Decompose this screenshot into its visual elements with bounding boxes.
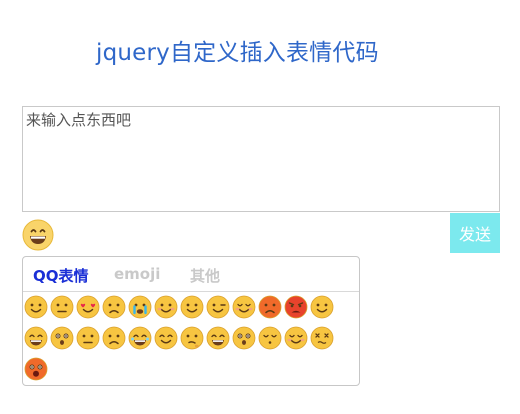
squint-face-icon[interactable] bbox=[154, 326, 178, 350]
thinking-face-icon[interactable] bbox=[180, 326, 204, 350]
frown-face-icon[interactable] bbox=[102, 295, 126, 319]
sleepy-face-icon[interactable] bbox=[258, 326, 282, 350]
tab-qq-emoticons[interactable]: QQ表情 bbox=[33, 265, 89, 286]
angry-face-icon[interactable] bbox=[284, 295, 308, 319]
happy-face-icon[interactable] bbox=[206, 326, 230, 350]
surprised-face-icon[interactable] bbox=[50, 326, 74, 350]
laughing-tears-face-icon[interactable] bbox=[128, 326, 152, 350]
emoji-picker-button[interactable] bbox=[22, 219, 54, 251]
screaming-face-icon[interactable] bbox=[24, 357, 48, 381]
emoji-panel: QQ表情 emoji 其他 bbox=[22, 256, 360, 386]
crying-face-icon[interactable] bbox=[128, 295, 152, 319]
message-input[interactable] bbox=[22, 106, 500, 212]
grinning-face-icon bbox=[22, 219, 54, 251]
worried-face-icon[interactable] bbox=[102, 326, 126, 350]
grimace-face-icon[interactable] bbox=[50, 295, 74, 319]
neutral-face-icon[interactable] bbox=[76, 326, 100, 350]
shy-face-icon[interactable] bbox=[154, 295, 178, 319]
smile-face-icon[interactable] bbox=[24, 295, 48, 319]
page-title: jquery自定义插入表情代码 bbox=[96, 40, 379, 66]
emoji-panel-tabs: QQ表情 emoji 其他 bbox=[23, 257, 359, 292]
proud-face-icon[interactable] bbox=[180, 295, 204, 319]
dizzy-face-icon[interactable] bbox=[310, 326, 334, 350]
shocked-face-icon[interactable] bbox=[232, 326, 256, 350]
wink-face-icon[interactable] bbox=[206, 295, 230, 319]
tab-emoji[interactable]: emoji bbox=[114, 265, 160, 283]
content-face-icon[interactable] bbox=[284, 326, 308, 350]
sad-red-face-icon[interactable] bbox=[258, 295, 282, 319]
heart-eyes-face-icon[interactable] bbox=[76, 295, 100, 319]
blush-face-icon[interactable] bbox=[232, 295, 256, 319]
smile-face-icon[interactable] bbox=[310, 295, 334, 319]
grin-face-icon[interactable] bbox=[24, 326, 48, 350]
send-button[interactable]: 发送 bbox=[450, 213, 500, 253]
tab-other[interactable]: 其他 bbox=[190, 265, 220, 286]
